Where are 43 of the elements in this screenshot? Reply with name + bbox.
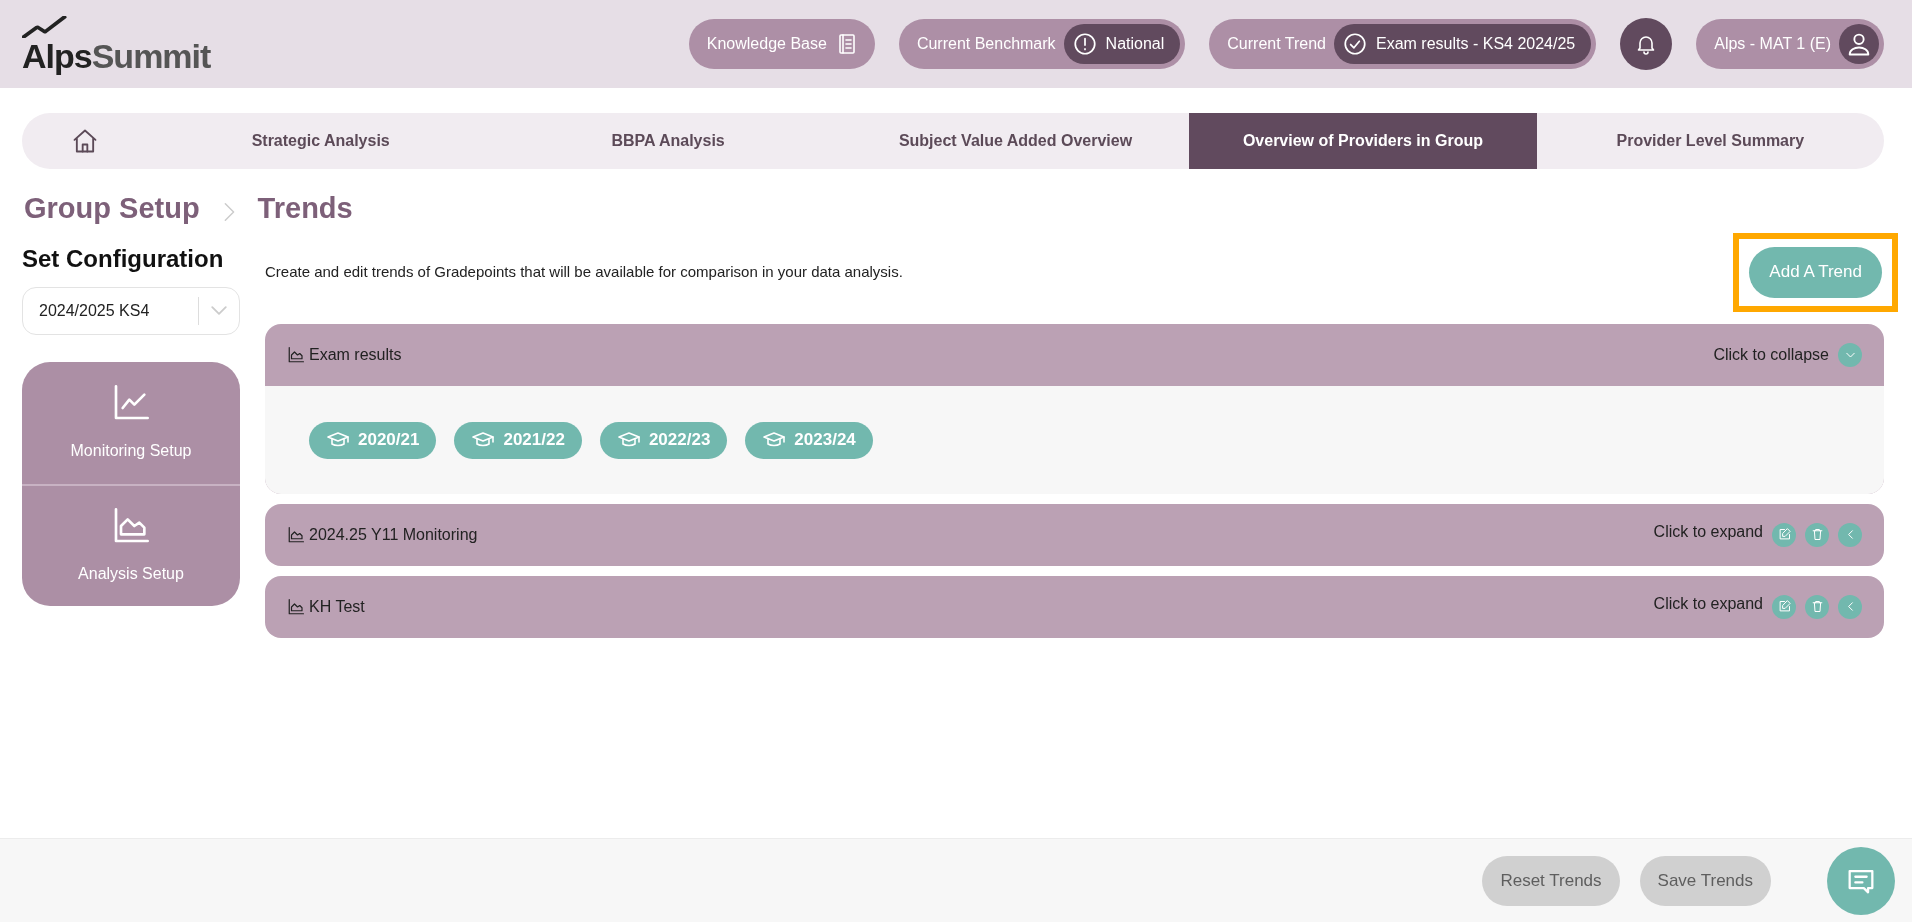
notifications-button[interactable]: [1620, 18, 1673, 70]
benchmark-selector[interactable]: Current Benchmark National: [898, 19, 1186, 69]
area-chart-icon: [287, 525, 305, 544]
trend-name: 2024.25 Y11 Monitoring: [309, 524, 478, 545]
toggle-text: Click to collapse: [1713, 344, 1829, 365]
sidebar-item[interactable]: Analysis Setup: [22, 483, 240, 606]
check-circle-icon: [1342, 31, 1368, 57]
nav-tab[interactable]: Subject Value Added Overview: [841, 113, 1190, 169]
trend-name: KH Test: [309, 596, 365, 617]
trend-header[interactable]: 2024.25 Y11 Monitoring Click to expand: [265, 503, 1884, 566]
section-title: Set Configuration: [22, 243, 225, 274]
expand-button[interactable]: [1838, 594, 1862, 619]
knowledge-base-button[interactable]: Knowledge Base: [688, 19, 875, 69]
chevron-down-icon: [211, 306, 227, 315]
edit-button[interactable]: [1772, 594, 1796, 619]
alert-icon: [1071, 31, 1098, 57]
edit-icon: [1776, 599, 1792, 614]
description-text: Create and edit trends of Gradepoints that will be available for comparison in your data analysis.: [265, 261, 903, 282]
toggle-text: Click to expand: [1653, 521, 1763, 542]
edit-button[interactable]: [1772, 522, 1796, 547]
logo-text: AlpsSummit: [22, 38, 211, 73]
collapse-button[interactable]: [1838, 342, 1862, 367]
delete-button[interactable]: [1805, 522, 1829, 547]
toggle-text: Click to expand: [1653, 593, 1763, 614]
page-title: Trends: [257, 191, 353, 226]
trend-header[interactable]: Exam results Click to collapse: [265, 323, 1884, 386]
nav-tab[interactable]: Provider Level Summary: [1536, 113, 1885, 169]
nav-tab[interactable]: BBPA Analysis: [494, 113, 842, 169]
trend-header[interactable]: KH Test Click to expand: [265, 575, 1884, 638]
delete-button[interactable]: [1805, 594, 1829, 619]
nav-tab[interactable]: Strategic Analysis: [147, 113, 495, 169]
sidebar-item[interactable]: Monitoring Setup: [22, 361, 240, 484]
expand-button[interactable]: [1838, 522, 1862, 547]
trend-line-icon: [22, 15, 68, 38]
trend-selector[interactable]: Current Trend Exam results - KS4 2024/25: [1209, 19, 1597, 69]
edit-icon: [1776, 527, 1792, 542]
nav-tab[interactable]: Overview of Providers in Group: [1189, 113, 1537, 169]
trend-name: Exam results: [309, 344, 402, 365]
area-chart-icon: [287, 597, 305, 616]
breadcrumb-link[interactable]: Group Setup: [24, 187, 200, 231]
user-menu-button[interactable]: Alps - MAT 1 (E): [1696, 19, 1884, 69]
area-chart-icon: [287, 345, 305, 364]
config-select[interactable]: 2024/2025 KS4: [22, 286, 240, 335]
